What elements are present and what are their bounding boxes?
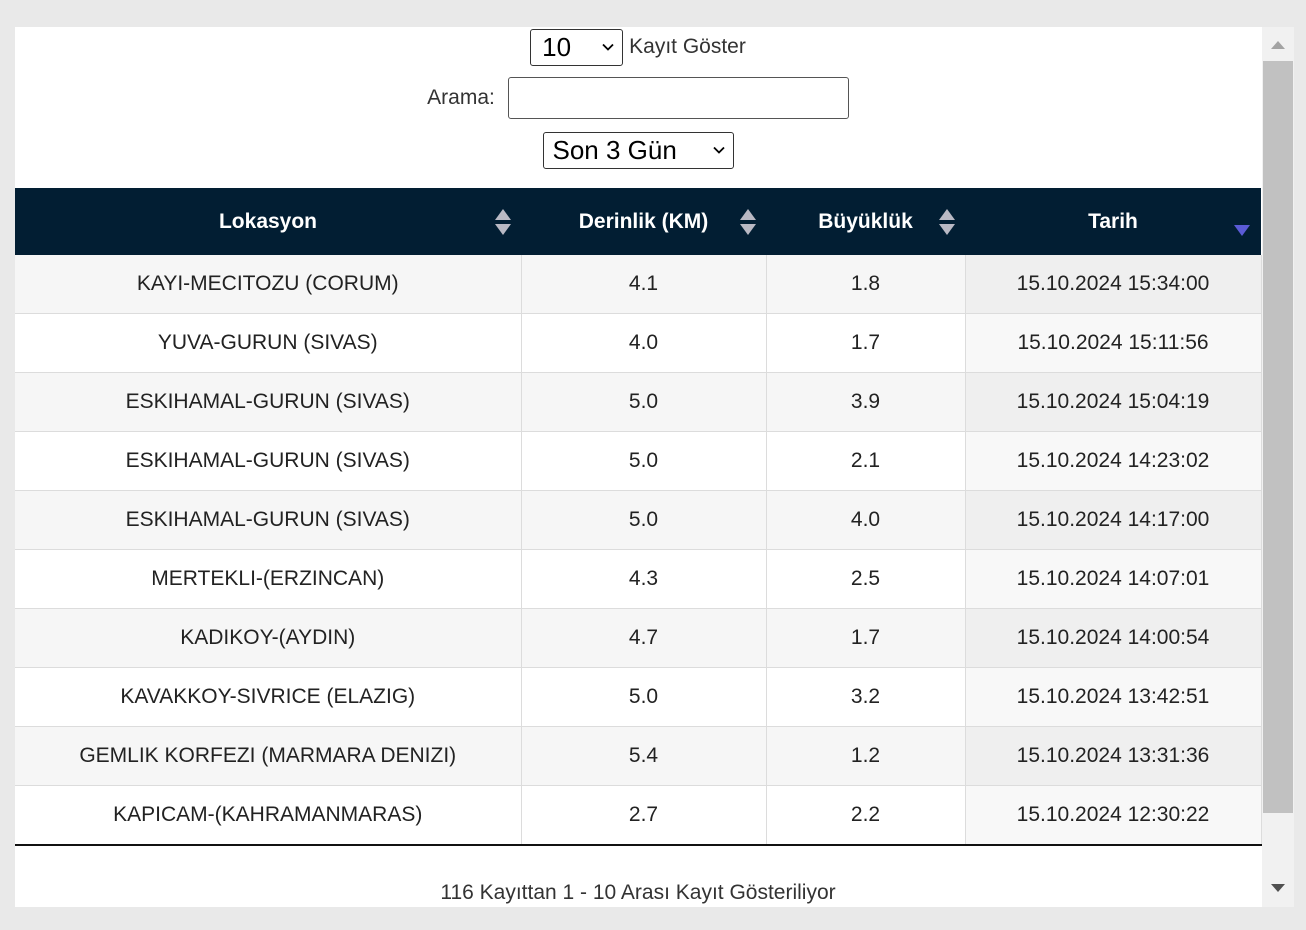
column-header-label: Tarih bbox=[1088, 209, 1138, 233]
cell-buyukluk: 1.8 bbox=[766, 255, 966, 314]
cell-tarih: 15.10.2024 13:31:36 bbox=[965, 726, 1262, 786]
cell-derinlik: 4.1 bbox=[521, 255, 767, 314]
cell-buyukluk: 2.1 bbox=[766, 431, 966, 491]
date-range-select[interactable]: Son 3 Gün bbox=[542, 131, 734, 169]
cell-lokasyon: ESKIHAMAL-GURUN (SIVAS) bbox=[15, 431, 522, 491]
table-row: KAVAKKOY-SIVRICE (ELAZIG) 5.0 3.2 15.10.… bbox=[15, 667, 1262, 727]
cell-buyukluk: 4.0 bbox=[766, 490, 966, 550]
cell-derinlik: 5.0 bbox=[521, 490, 767, 550]
scroll-down-arrow-icon[interactable] bbox=[1270, 882, 1286, 894]
cell-buyukluk: 1.2 bbox=[766, 726, 966, 786]
cell-lokasyon: MERTEKLI-(ERZINCAN) bbox=[15, 549, 522, 609]
column-header-label: Derinlik (KM) bbox=[578, 209, 709, 233]
cell-tarih: 15.10.2024 14:23:02 bbox=[965, 431, 1262, 491]
cell-lokasyon: KAYI-MECITOZU (CORUM) bbox=[15, 255, 522, 314]
scroll-up-arrow-icon[interactable] bbox=[1270, 39, 1286, 51]
table-row: ESKIHAMAL-GURUN (SIVAS) 5.0 3.9 15.10.20… bbox=[15, 372, 1262, 432]
table-row: ESKIHAMAL-GURUN (SIVAS) 5.0 4.0 15.10.20… bbox=[15, 490, 1262, 550]
date-range-select-value: Son 3 Gün bbox=[552, 134, 677, 165]
cell-lokasyon: GEMLIK KORFEZI (MARMARA DENIZI) bbox=[15, 726, 522, 786]
sort-both-icon bbox=[939, 208, 955, 235]
earthquake-table: Lokasyon Derinlik (KM) Büyüklük Tarih KA… bbox=[15, 188, 1262, 846]
cell-tarih: 15.10.2024 15:34:00 bbox=[965, 255, 1262, 314]
sort-both-icon bbox=[740, 208, 756, 235]
cell-lokasyon: YUVA-GURUN (SIVAS) bbox=[15, 313, 522, 373]
cell-derinlik: 4.3 bbox=[521, 549, 767, 609]
length-control: 10 Kayıt Göster bbox=[15, 27, 1261, 67]
content-frame: 10 Kayıt Göster Arama: Son 3 Gün Lokasyo… bbox=[15, 27, 1294, 907]
search-input[interactable] bbox=[507, 77, 849, 119]
sort-desc-icon bbox=[1234, 225, 1250, 236]
length-label: Kayıt Göster bbox=[629, 35, 746, 58]
cell-tarih: 15.10.2024 13:42:51 bbox=[965, 667, 1262, 727]
column-header-buyukluk[interactable]: Büyüklük bbox=[766, 188, 965, 255]
column-header-label: Lokasyon bbox=[218, 209, 318, 233]
cell-lokasyon: ESKIHAMAL-GURUN (SIVAS) bbox=[15, 490, 522, 550]
cell-lokasyon: KADIKOY-(AYDIN) bbox=[15, 608, 522, 668]
length-select[interactable]: 10 bbox=[530, 28, 624, 66]
cell-lokasyon: ESKIHAMAL-GURUN (SIVAS) bbox=[15, 372, 522, 432]
chevron-down-icon bbox=[712, 146, 725, 154]
scrollbar-thumb[interactable] bbox=[1263, 61, 1293, 813]
cell-buyukluk: 3.2 bbox=[766, 667, 966, 727]
search-label: Arama: bbox=[427, 86, 495, 109]
table-row: KAYI-MECITOZU (CORUM) 4.1 1.8 15.10.2024… bbox=[15, 255, 1262, 314]
table-row: KADIKOY-(AYDIN) 4.7 1.7 15.10.2024 14:00… bbox=[15, 608, 1262, 668]
cell-tarih: 15.10.2024 15:04:19 bbox=[965, 372, 1262, 432]
cell-tarih: 15.10.2024 12:30:22 bbox=[965, 785, 1262, 846]
cell-derinlik: 5.0 bbox=[521, 667, 767, 727]
chevron-down-icon bbox=[602, 43, 614, 51]
cell-tarih: 15.10.2024 14:07:01 bbox=[965, 549, 1262, 609]
cell-derinlik: 2.7 bbox=[521, 785, 767, 846]
table-row: ESKIHAMAL-GURUN (SIVAS) 5.0 2.1 15.10.20… bbox=[15, 431, 1262, 491]
table-row: KAPICAM-(KAHRAMANMARAS) 2.7 2.2 15.10.20… bbox=[15, 785, 1262, 846]
search-control: Arama: bbox=[15, 76, 1261, 120]
column-header-label: Büyüklük bbox=[818, 209, 913, 233]
table-header-row: Lokasyon Derinlik (KM) Büyüklük Tarih bbox=[15, 188, 1261, 255]
column-header-lokasyon[interactable]: Lokasyon bbox=[15, 188, 521, 255]
cell-derinlik: 4.0 bbox=[521, 313, 767, 373]
table-body: KAYI-MECITOZU (CORUM) 4.1 1.8 15.10.2024… bbox=[15, 255, 1262, 846]
cell-buyukluk: 1.7 bbox=[766, 608, 966, 668]
cell-buyukluk: 3.9 bbox=[766, 372, 966, 432]
datatable-wrapper: 10 Kayıt Göster Arama: Son 3 Gün Lokasyo… bbox=[15, 27, 1262, 907]
vertical-scrollbar[interactable] bbox=[1262, 27, 1294, 907]
table-row: GEMLIK KORFEZI (MARMARA DENIZI) 5.4 1.2 … bbox=[15, 726, 1262, 786]
sort-both-icon bbox=[495, 208, 511, 235]
cell-buyukluk: 2.5 bbox=[766, 549, 966, 609]
cell-lokasyon: KAPICAM-(KAHRAMANMARAS) bbox=[15, 785, 522, 846]
table-row: YUVA-GURUN (SIVAS) 4.0 1.7 15.10.2024 15… bbox=[15, 313, 1262, 373]
cell-lokasyon: KAVAKKOY-SIVRICE (ELAZIG) bbox=[15, 667, 522, 727]
cell-tarih: 15.10.2024 14:00:54 bbox=[965, 608, 1262, 668]
length-select-value: 10 bbox=[542, 31, 572, 62]
column-header-derinlik[interactable]: Derinlik (KM) bbox=[521, 188, 766, 255]
cell-derinlik: 5.4 bbox=[521, 726, 767, 786]
cell-derinlik: 5.0 bbox=[521, 372, 767, 432]
cell-buyukluk: 1.7 bbox=[766, 313, 966, 373]
table-row: MERTEKLI-(ERZINCAN) 4.3 2.5 15.10.2024 1… bbox=[15, 549, 1262, 609]
cell-buyukluk: 2.2 bbox=[766, 785, 966, 846]
cell-derinlik: 4.7 bbox=[521, 608, 767, 668]
range-control: Son 3 Gün bbox=[15, 130, 1261, 170]
table-info: 116 Kayıttan 1 - 10 Arası Kayıt Gösteril… bbox=[440, 881, 836, 904]
cell-tarih: 15.10.2024 15:11:56 bbox=[965, 313, 1262, 373]
column-header-tarih[interactable]: Tarih bbox=[965, 188, 1261, 255]
cell-tarih: 15.10.2024 14:17:00 bbox=[965, 490, 1262, 550]
cell-derinlik: 5.0 bbox=[521, 431, 767, 491]
